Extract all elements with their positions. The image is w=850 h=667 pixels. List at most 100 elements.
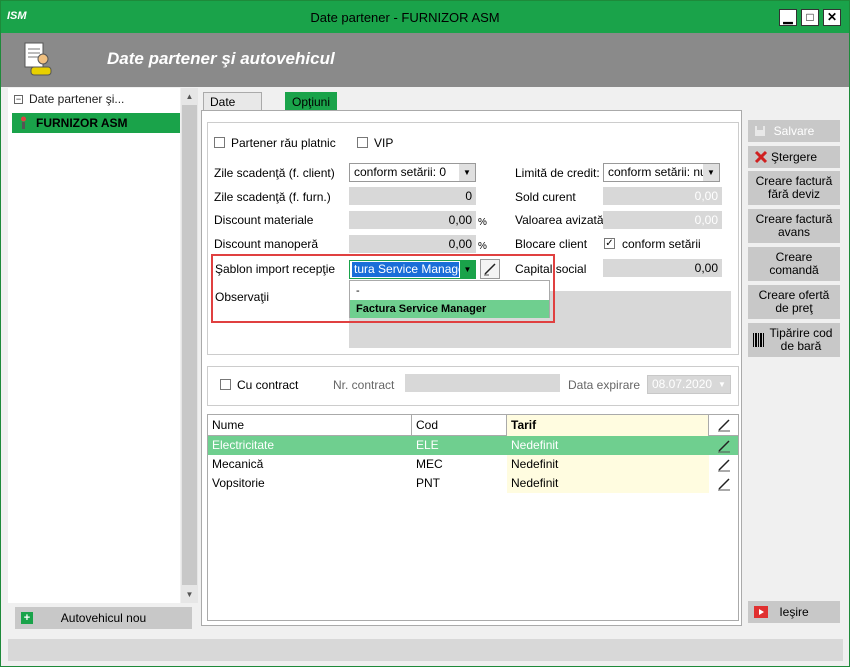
bad-payer-label: Partener rău platnic bbox=[231, 136, 336, 150]
row-tariff: Nedefinit bbox=[507, 474, 709, 493]
floppy-icon bbox=[755, 126, 765, 136]
pencil-icon[interactable] bbox=[716, 438, 732, 454]
column-header-code[interactable]: Cod bbox=[412, 415, 507, 436]
status-bar bbox=[8, 639, 843, 661]
vip-checkbox[interactable] bbox=[357, 137, 368, 148]
row-code: PNT bbox=[416, 476, 440, 490]
due-days-supplier-label: Zile scadenţă (f. furn.) bbox=[214, 190, 331, 204]
main-window: ISM Date partener - FURNIZOR ASM ▁ □ ✕ D… bbox=[0, 0, 850, 667]
due-days-client-value: conform setării: 0 bbox=[354, 165, 447, 179]
chevron-down-icon[interactable]: ▼ bbox=[459, 164, 475, 181]
contract-number-input[interactable] bbox=[405, 374, 560, 392]
percent-sign: % bbox=[478, 241, 487, 252]
pencil-icon[interactable] bbox=[716, 457, 732, 473]
delete-button[interactable]: Ştergere bbox=[748, 146, 840, 168]
block-client-checkbox[interactable]: ✓ bbox=[604, 238, 615, 249]
grid-header: Nume Cod Tarif bbox=[208, 415, 738, 436]
share-capital-input[interactable]: 0,00 bbox=[603, 259, 722, 277]
table-row[interactable]: Electricitate ELE Nedefinit bbox=[208, 436, 738, 455]
column-header-edit bbox=[709, 415, 738, 436]
row-tariff: Nedefinit bbox=[507, 455, 709, 474]
row-tariff: Nedefinit bbox=[511, 438, 559, 452]
scroll-thumb[interactable] bbox=[182, 105, 197, 585]
title-bar[interactable]: ISM Date partener - FURNIZOR ASM ▁ □ ✕ bbox=[1, 1, 849, 33]
tree-root-node[interactable]: − Date partener şi... bbox=[14, 92, 124, 106]
scroll-down-icon[interactable]: ▼ bbox=[181, 586, 198, 603]
exit-door-icon bbox=[754, 606, 768, 618]
maximize-button[interactable]: □ bbox=[801, 9, 819, 26]
chevron-down-icon[interactable]: ▼ bbox=[714, 376, 730, 393]
add-vehicle-button[interactable]: + Autovehicul nou bbox=[15, 607, 192, 629]
contract-label: Cu contract bbox=[237, 378, 299, 392]
collapse-icon[interactable]: − bbox=[14, 95, 23, 105]
page-title: Date partener şi autovehicul bbox=[107, 49, 335, 68]
barcode-icon bbox=[753, 333, 764, 347]
delete-x-icon bbox=[754, 150, 768, 164]
close-button[interactable]: ✕ bbox=[823, 9, 841, 26]
print-barcode-label: Tipărire cod de bară bbox=[769, 326, 833, 353]
create-order-button[interactable]: Creare comandă bbox=[748, 247, 840, 281]
discount-materials-input[interactable]: 0,00 bbox=[349, 211, 476, 229]
partner-tree: − Date partener şi... FURNIZOR ASM bbox=[8, 88, 180, 603]
due-days-client-select[interactable]: conform setării: 0 ▼ bbox=[349, 163, 476, 182]
tab-options[interactable]: Opţiuni bbox=[285, 92, 338, 111]
expiry-date-picker[interactable]: 08.07.2020 ▼ bbox=[647, 375, 731, 394]
current-balance-label: Sold curent bbox=[515, 190, 576, 204]
price-offer-button[interactable]: Creare ofertă de preţ bbox=[748, 285, 840, 319]
partner-pin-icon bbox=[21, 116, 26, 129]
plus-icon: + bbox=[21, 612, 33, 624]
table-row[interactable]: Vopsitorie PNT Nedefinit bbox=[208, 474, 738, 493]
save-button[interactable]: Salvare bbox=[748, 120, 840, 142]
delete-label: Ştergere bbox=[770, 150, 818, 164]
column-header-tariff[interactable]: Tarif bbox=[507, 415, 709, 436]
notified-value-label: Valoarea avizată bbox=[515, 213, 604, 227]
discount-labor-label: Discount manoperă bbox=[214, 237, 319, 251]
add-vehicle-label: Autovehicul nou bbox=[60, 611, 147, 625]
table-row[interactable]: Mecanică MEC Nedefinit bbox=[208, 455, 738, 474]
discount-labor-input[interactable]: 0,00 bbox=[349, 235, 476, 253]
invoice-no-estimate-button[interactable]: Creare factură fără deviz bbox=[748, 171, 840, 205]
vip-label: VIP bbox=[374, 136, 394, 150]
column-header-name[interactable]: Nume bbox=[208, 415, 412, 436]
minimize-button[interactable]: ▁ bbox=[779, 9, 797, 26]
pencil-icon bbox=[718, 419, 730, 432]
tree-root-label: Date partener şi... bbox=[29, 92, 125, 106]
bad-payer-checkbox[interactable] bbox=[214, 137, 225, 148]
partner-document-icon bbox=[24, 42, 52, 76]
pencil-icon[interactable] bbox=[716, 476, 732, 492]
credit-limit-select[interactable]: conform setării: nu ▼ bbox=[603, 163, 720, 182]
row-code: ELE bbox=[416, 438, 439, 452]
credit-limit-label: Limită de credit: bbox=[515, 166, 600, 180]
highlight-box bbox=[211, 254, 555, 323]
tree-scrollbar[interactable]: ▲ ▼ bbox=[181, 88, 198, 603]
current-balance-field: 0,00 bbox=[603, 187, 722, 205]
expiry-date-label: Data expirare bbox=[568, 378, 641, 392]
exit-button[interactable]: Ieşire bbox=[748, 601, 840, 623]
notified-value-field: 0,00 bbox=[603, 211, 722, 229]
share-capital-label: Capital social bbox=[515, 262, 587, 276]
tree-item-supplier[interactable]: FURNIZOR ASM bbox=[12, 113, 180, 133]
discount-materials-label: Discount materiale bbox=[214, 213, 314, 227]
contract-checkbox[interactable] bbox=[220, 379, 231, 390]
row-name: Mecanică bbox=[212, 457, 264, 471]
expiry-date-value: 08.07.2020 bbox=[652, 377, 713, 391]
advance-invoice-button[interactable]: Creare factură avans bbox=[748, 209, 840, 243]
credit-limit-value: conform setării: nu bbox=[608, 165, 707, 179]
block-client-option-label: conform setării bbox=[622, 237, 701, 251]
tab-partner-data[interactable]: Date partener bbox=[203, 92, 262, 127]
percent-sign: % bbox=[478, 217, 487, 228]
row-code: MEC bbox=[416, 457, 443, 471]
due-days-supplier-input[interactable]: 0 bbox=[349, 187, 476, 205]
row-name: Vopsitorie bbox=[212, 476, 265, 490]
chevron-down-icon[interactable]: ▼ bbox=[703, 164, 719, 181]
print-barcode-button[interactable]: Tipărire cod de bară bbox=[748, 323, 840, 357]
scroll-up-icon[interactable]: ▲ bbox=[181, 88, 198, 105]
due-days-client-label: Zile scadenţă (f. client) bbox=[214, 166, 335, 180]
contract-number-label: Nr. contract bbox=[333, 378, 395, 392]
block-client-label: Blocare client bbox=[515, 237, 588, 251]
tree-item-label: FURNIZOR ASM bbox=[36, 116, 128, 130]
row-name: Electricitate bbox=[212, 438, 275, 452]
save-label: Salvare bbox=[773, 124, 815, 138]
tariff-grid: Nume Cod Tarif Electricitate ELE Nedefin… bbox=[207, 414, 739, 621]
page-header: Date partener şi autovehicul bbox=[1, 33, 849, 87]
